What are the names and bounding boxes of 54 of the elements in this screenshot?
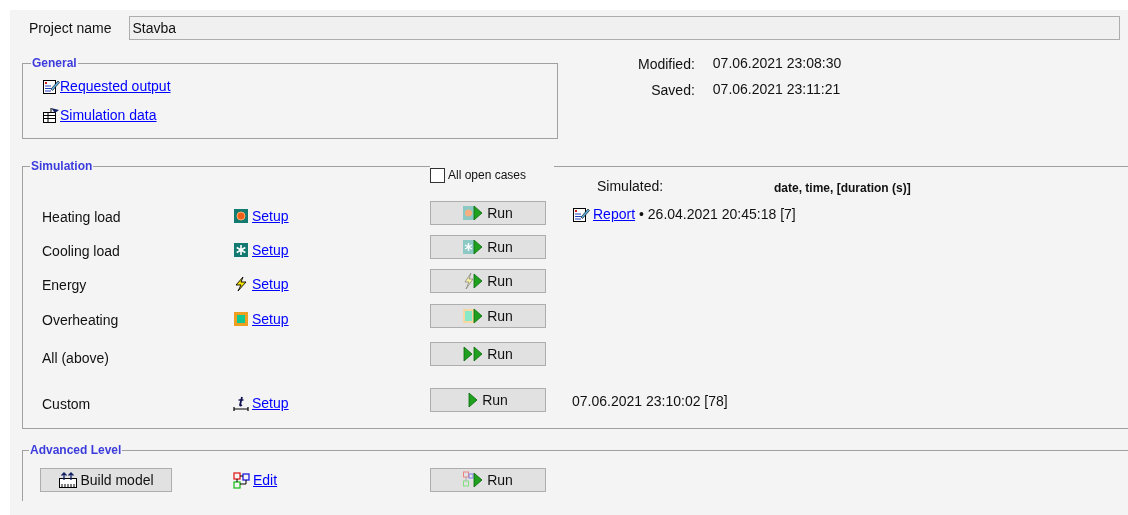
run-button[interactable]: Run [430,235,546,259]
timeline-icon [233,395,249,411]
setup-link[interactable]: Setup [252,308,289,330]
result-text: 07.06.2021 23:10:02 [78] [572,391,728,411]
field-label: Project name [29,18,112,38]
run-simulation-icon [463,272,484,290]
run-button[interactable]: Run [430,201,546,225]
project-name-field[interactable]: Stavba [129,16,1121,40]
result-text: • 26.04.2021 20:45:18 [7] [639,204,796,224]
row-label: Cooling load [41,241,121,261]
column-label: date, time, [duration (s)] [774,180,911,197]
setup-link[interactable]: Setup [252,273,289,295]
row-label: Custom [41,394,92,414]
row-label: Heating load [41,207,122,227]
group-title: General [31,55,78,72]
run-button[interactable]: Run [430,304,546,328]
report-icon [42,78,60,95]
table-icon [42,107,60,124]
column-label: Simulated: [597,177,665,196]
row-label: Energy [41,275,88,295]
run-simulation-icon [463,204,484,222]
snowflake-icon [233,242,249,258]
edit-link[interactable]: Edit [253,469,278,491]
run-button[interactable]: Run [430,388,546,412]
run-simulation-icon [463,238,484,256]
diagram-icon [233,471,251,489]
square-icon [233,311,249,327]
field-label: Saved: [650,81,695,100]
field-label: Modified: [638,55,695,74]
field-value: 07.06.2021 23:08:30 [712,54,842,73]
lightning-icon [233,276,249,292]
group-title: Advanced Level [29,442,123,459]
group-title: Simulation [30,158,94,175]
run-button[interactable]: Run [430,269,546,293]
run-button[interactable]: Run [430,342,546,366]
build-model-button[interactable]: Build model [40,468,172,492]
build-icon [58,471,79,489]
run-simulation-icon [463,471,484,489]
double-play-icon [463,345,484,363]
row-label: Overheating [41,310,120,330]
setup-link[interactable]: Setup [252,205,289,227]
all-open-cases-checkbox[interactable]: All open cases [430,166,555,184]
link[interactable]: Requested output [60,76,171,97]
run-simulation-icon [463,307,484,325]
play-icon [468,391,479,409]
heater-icon [233,208,249,224]
row-label: All (above) [41,348,110,368]
setup-link[interactable]: Setup [252,392,289,414]
link[interactable]: Simulation data [60,105,157,126]
report-link[interactable]: Report [593,203,636,225]
setup-link[interactable]: Setup [252,239,289,261]
report-icon [572,205,590,223]
field-value: 07.06.2021 23:11:21 [712,80,842,99]
run-button[interactable]: Run [430,468,546,492]
